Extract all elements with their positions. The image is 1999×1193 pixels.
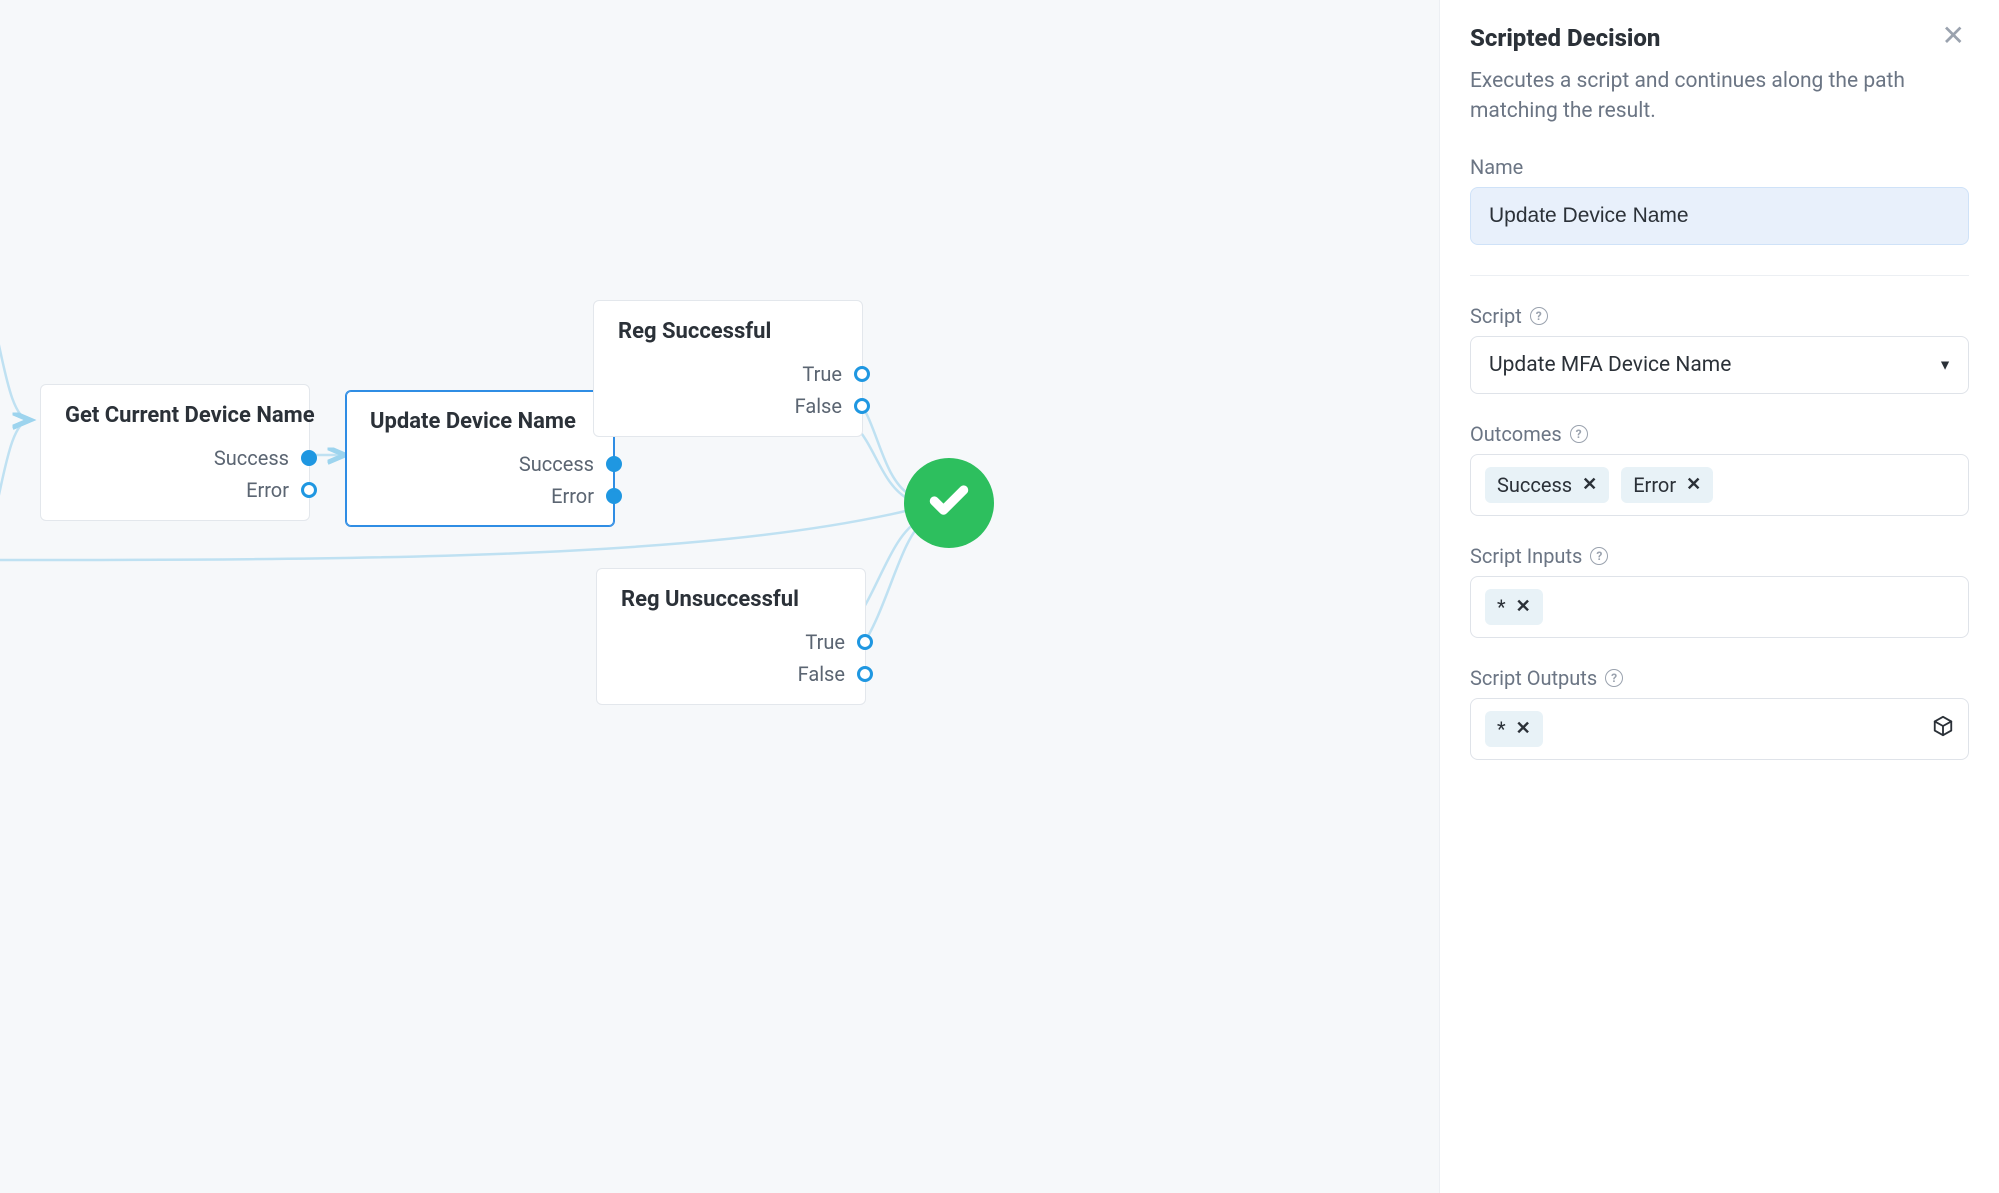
panel-description: Executes a script and continues along th… [1470, 66, 1969, 127]
field-label-outcomes: Outcomes [1470, 422, 1562, 446]
help-icon[interactable]: ? [1605, 669, 1623, 687]
field-label-script-outputs: Script Outputs [1470, 666, 1597, 690]
flow-node-reg-successful[interactable]: Reg Successful True False [593, 300, 863, 437]
outcome-tag[interactable]: Success ✕ [1485, 467, 1609, 503]
script-select-value: Update MFA Device Name [1489, 353, 1731, 377]
node-outcome-success[interactable]: Success [55, 442, 295, 474]
output-port[interactable] [854, 366, 870, 382]
node-outcome-false[interactable]: False [608, 390, 848, 422]
help-icon[interactable]: ? [1570, 425, 1588, 443]
node-title: Reg Successful [594, 301, 862, 352]
remove-tag-icon[interactable]: ✕ [1686, 476, 1701, 494]
help-icon[interactable]: ? [1530, 307, 1548, 325]
chevron-down-icon: ▼ [1938, 356, 1952, 373]
divider [1470, 275, 1969, 276]
check-icon [927, 479, 971, 527]
node-outcome-false[interactable]: False [611, 658, 851, 690]
node-properties-panel: Scripted Decision ✕ Executes a script an… [1439, 0, 1999, 1193]
script-inputs-tagbox[interactable]: * ✕ [1470, 576, 1969, 638]
field-outcomes: Outcomes ? Success ✕ Error ✕ [1470, 422, 1969, 516]
field-label-script: Script [1470, 304, 1522, 328]
flow-end-success[interactable] [904, 458, 994, 548]
outcomes-tagbox[interactable]: Success ✕ Error ✕ [1470, 454, 1969, 516]
help-icon[interactable]: ? [1590, 547, 1608, 565]
node-outcome-success[interactable]: Success [360, 448, 600, 480]
output-port[interactable] [857, 634, 873, 650]
close-icon: ✕ [1942, 20, 1965, 51]
remove-tag-icon[interactable]: ✕ [1516, 720, 1531, 738]
script-outputs-tagbox[interactable]: * ✕ [1470, 698, 1969, 760]
node-title: Get Current Device Name [41, 385, 309, 436]
flow-canvas[interactable]: Get Current Device Name Success Error Up… [0, 0, 1439, 1193]
node-title: Update Device Name [346, 391, 614, 442]
flow-node-get-current-device-name[interactable]: Get Current Device Name Success Error [40, 384, 310, 521]
field-script-outputs: Script Outputs ? * ✕ [1470, 666, 1969, 760]
node-outcome-error[interactable]: Error [55, 474, 295, 506]
output-port[interactable] [301, 450, 317, 466]
app-root: Get Current Device Name Success Error Up… [0, 0, 1999, 1193]
flow-node-reg-unsuccessful[interactable]: Reg Unsuccessful True False [596, 568, 866, 705]
script-output-tag[interactable]: * ✕ [1485, 711, 1543, 747]
node-outcome-true[interactable]: True [608, 358, 848, 390]
flow-node-update-device-name[interactable]: Update Device Name Success Error [345, 390, 615, 527]
output-port[interactable] [857, 666, 873, 682]
field-script: Script ? Update MFA Device Name ▼ [1470, 304, 1969, 394]
remove-tag-icon[interactable]: ✕ [1582, 476, 1597, 494]
close-button[interactable]: ✕ [1938, 22, 1969, 50]
name-input[interactable] [1470, 187, 1969, 245]
panel-title: Scripted Decision [1470, 24, 1660, 52]
output-port[interactable] [606, 488, 622, 504]
field-name: Name [1470, 155, 1969, 245]
output-port[interactable] [854, 398, 870, 414]
output-port[interactable] [606, 456, 622, 472]
node-outcome-error[interactable]: Error [360, 480, 600, 512]
outcome-tag[interactable]: Error ✕ [1621, 467, 1713, 503]
field-script-inputs: Script Inputs ? * ✕ [1470, 544, 1969, 638]
field-label-name: Name [1470, 155, 1969, 179]
node-title: Reg Unsuccessful [597, 569, 865, 620]
node-outcome-true[interactable]: True [611, 626, 851, 658]
remove-tag-icon[interactable]: ✕ [1516, 598, 1531, 616]
output-port[interactable] [301, 482, 317, 498]
cube-icon[interactable] [1932, 715, 1954, 742]
script-input-tag[interactable]: * ✕ [1485, 589, 1543, 625]
field-label-script-inputs: Script Inputs [1470, 544, 1582, 568]
script-select[interactable]: Update MFA Device Name ▼ [1470, 336, 1969, 394]
